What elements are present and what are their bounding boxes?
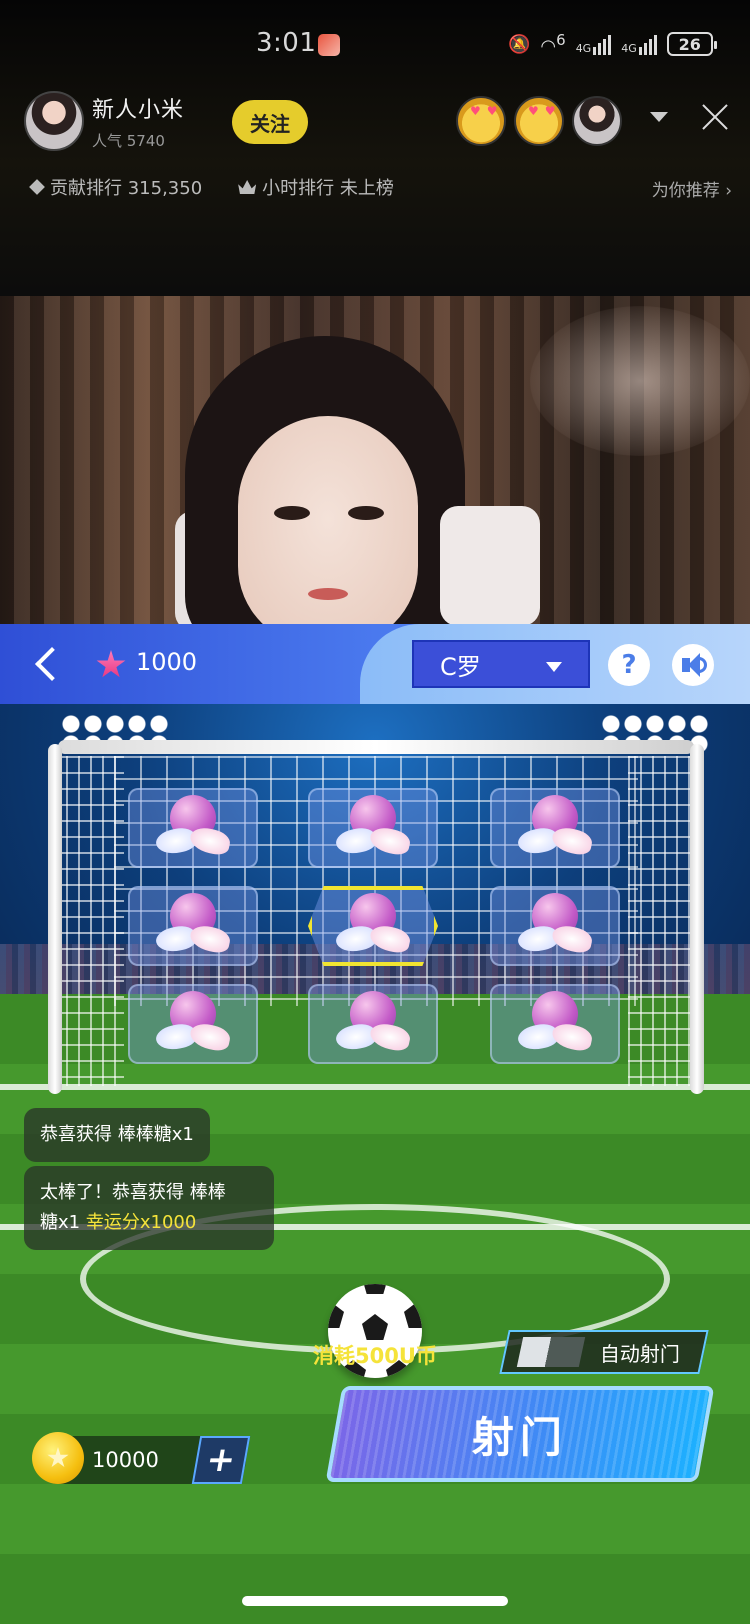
help-button[interactable]: ? (608, 644, 650, 686)
eye (348, 506, 384, 520)
swan-balloon-icon (515, 991, 595, 1057)
back-icon[interactable] (30, 646, 66, 682)
viewer-avatar[interactable]: ♥♥ (456, 96, 506, 146)
target-cell[interactable] (128, 984, 258, 1064)
shoot-label: 射门 (471, 1412, 568, 1462)
signal-label-2: 4G (621, 42, 637, 55)
streamer-face (238, 416, 418, 626)
goal-post-left (48, 744, 62, 1094)
swan-balloon-icon (153, 991, 233, 1057)
status-time: 3:01 (256, 28, 317, 58)
swan-balloon-icon (515, 795, 595, 861)
target-cell[interactable] (128, 886, 258, 966)
host-avatar[interactable] (24, 91, 84, 151)
luck-points: 1000 (136, 648, 198, 676)
sound-icon[interactable] (672, 644, 714, 686)
add-coins-button[interactable]: + (191, 1436, 251, 1484)
contribution-rank[interactable]: 贡献排行 315,350 (29, 174, 203, 200)
live-room-screen: 3:01 🔕 ◠6 4G 4G 26 新人小米 人气 5740 关注 ♥♥ ♥♥ (0, 0, 750, 1624)
crown-icon (238, 180, 257, 194)
toggle-switch[interactable] (516, 1337, 586, 1367)
signal-icon-2: 4G (621, 33, 657, 55)
hourly-rank[interactable]: 小时排行 未上榜 (238, 174, 394, 200)
reward-message-text: 糖x1 (40, 1212, 81, 1233)
lips (308, 588, 348, 600)
goal-post-right (690, 744, 704, 1094)
rank-row: 贡献排行 315,350 小时排行 未上榜 (29, 174, 394, 200)
swan-balloon-icon (153, 893, 233, 959)
target-cell[interactable] (490, 984, 620, 1064)
app-notification-icon (318, 34, 340, 56)
eye (274, 506, 310, 520)
target-cell[interactable] (308, 788, 438, 868)
swan-balloon-icon (153, 795, 233, 861)
swan-balloon-icon (333, 991, 413, 1057)
swan-balloon-icon (333, 893, 413, 959)
cloud-decoration (530, 306, 750, 456)
chevron-down-icon[interactable] (650, 112, 668, 122)
host-popularity: 人气 5740 (92, 131, 165, 150)
close-icon[interactable] (700, 102, 730, 132)
swan-balloon-icon (515, 893, 595, 959)
crossbar (58, 740, 694, 754)
caret-down-icon (546, 662, 562, 672)
target-cell[interactable] (308, 984, 438, 1064)
luck-points-highlight: 幸运分x1000 (85, 1212, 197, 1233)
status-icons: 🔕 ◠6 4G 4G 26 (508, 30, 717, 58)
player-select-value: C罗 (440, 652, 481, 681)
penalty-game-panel: 1000 C罗 ? 恭喜获得 棒棒糖x1 太棒了！恭喜获得 棒棒 糖x1 幸运分… (0, 624, 750, 1624)
wifi-icon: ◠6 (540, 31, 566, 57)
reward-message-text: 太棒了！恭喜获得 棒棒 (40, 1182, 226, 1203)
target-cell[interactable] (490, 886, 620, 966)
pillow (440, 506, 540, 626)
reward-message: 太棒了！恭喜获得 棒棒 糖x1 幸运分x1000 (24, 1166, 274, 1250)
reward-message: 恭喜获得 棒棒糖x1 (24, 1108, 210, 1162)
follow-button[interactable]: 关注 (232, 100, 308, 144)
hourly-rank-label: 小时排行 未上榜 (262, 178, 394, 199)
target-cell[interactable] (308, 886, 438, 966)
goal-side-net (628, 756, 698, 1086)
recommend-link[interactable]: 为你推荐 › (652, 176, 732, 201)
viewer-avatar[interactable]: ♥♥ (514, 96, 564, 146)
reward-message-text: 恭喜获得 棒棒糖x1 (40, 1124, 194, 1145)
viewer-avatar[interactable] (572, 96, 622, 146)
game-top-bar: 1000 C罗 ? (0, 624, 750, 704)
target-cell[interactable] (128, 788, 258, 868)
coin-icon (32, 1432, 84, 1484)
coin-balance-value: 10000 (92, 1448, 159, 1472)
viewer-avatars: ♥♥ ♥♥ (456, 96, 622, 146)
shoot-button[interactable]: 射门 (325, 1386, 715, 1482)
luck-star-icon (96, 650, 126, 678)
host-info[interactable]: 新人小米 人气 5740 (24, 90, 184, 152)
swan-balloon-icon (333, 795, 413, 861)
host-name: 新人小米 (92, 97, 185, 123)
shot-cost: 消耗500U币 (313, 1344, 437, 1368)
home-indicator[interactable] (242, 1596, 508, 1606)
contribution-rank-label: 贡献排行 315,350 (50, 178, 203, 199)
player-select[interactable]: C罗 (412, 640, 590, 688)
auto-shoot-label: 自动射门 (600, 1341, 680, 1366)
auto-shoot-toggle[interactable]: 自动射门 (499, 1330, 709, 1374)
wifi-label: 6 (556, 31, 566, 49)
top-header: 3:01 🔕 ◠6 4G 4G 26 新人小米 人气 5740 关注 ♥♥ ♥♥ (0, 0, 750, 296)
signal-label-1: 4G (575, 42, 592, 55)
target-cell[interactable] (490, 788, 620, 868)
live-video (0, 296, 750, 626)
mute-icon: 🔕 (508, 33, 531, 55)
signal-icon: 4G (576, 33, 612, 55)
status-bar: 3:01 🔕 ◠6 4G 4G 26 (0, 26, 750, 66)
battery-icon: 26 (666, 32, 717, 56)
diamond-icon (29, 179, 45, 195)
